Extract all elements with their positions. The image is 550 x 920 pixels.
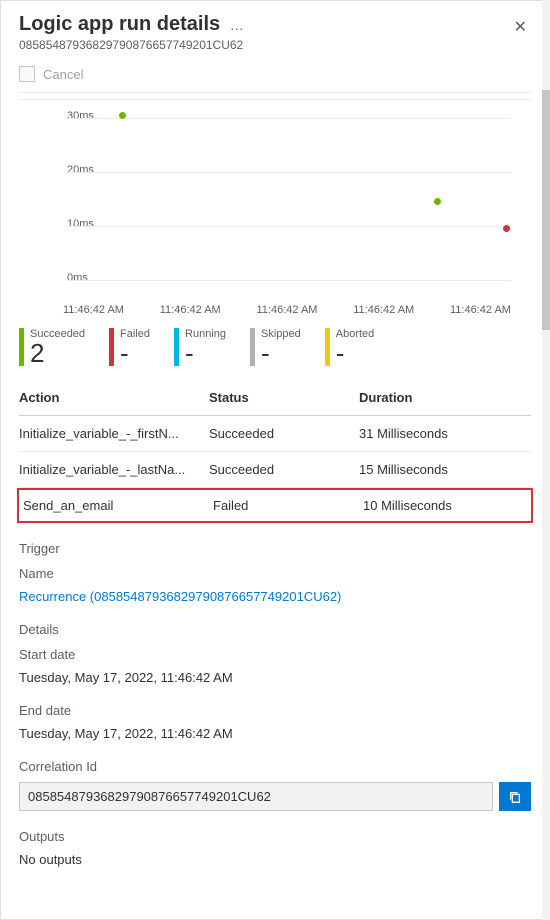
status-summary: Succeeded 2 Failed - Running - Skipped -… — [19, 328, 531, 366]
col-status: Status — [209, 390, 359, 405]
col-duration: Duration — [359, 390, 531, 405]
x-tick: 11:46:42 AM — [160, 304, 221, 316]
trigger-link[interactable]: Recurrence (0858548793682979087665774920… — [19, 589, 531, 604]
cell-duration: 31 Milliseconds — [359, 426, 531, 441]
stat-card[interactable]: Running - — [174, 328, 226, 366]
cell-status: Succeeded — [209, 462, 359, 477]
correlation-id-field[interactable]: 08585487936829790876657749201CU62 — [19, 782, 493, 811]
stat-value: - — [261, 340, 301, 366]
details-section: Details — [19, 622, 531, 637]
stat-card[interactable]: Succeeded 2 — [19, 328, 85, 366]
trigger-section: Trigger — [19, 541, 531, 556]
stat-value: 2 — [30, 340, 85, 366]
chart-point-succeeded — [119, 112, 126, 119]
trigger-name-label: Name — [19, 566, 531, 581]
correlation-id-label: Correlation Id — [19, 759, 531, 774]
stat-card[interactable]: Failed - — [109, 328, 150, 366]
gridline — [67, 118, 511, 119]
run-details-panel: Logic app run details … 0858548793682979… — [0, 0, 550, 920]
header-row: Logic app run details … 0858548793682979… — [19, 13, 531, 66]
cell-action: Initialize_variable_-_firstN... — [19, 426, 209, 441]
end-date-value: Tuesday, May 17, 2022, 11:46:42 AM — [19, 726, 531, 741]
scrollbar[interactable] — [542, 0, 550, 920]
copy-icon — [508, 790, 522, 804]
gridline — [67, 172, 511, 173]
outputs-section: Outputs — [19, 829, 531, 844]
stat-color-bar — [250, 328, 255, 366]
stat-value: - — [336, 340, 375, 366]
start-date-value: Tuesday, May 17, 2022, 11:46:42 AM — [19, 670, 531, 685]
stat-value: - — [120, 340, 150, 366]
cell-action: Initialize_variable_-_lastNa... — [19, 462, 209, 477]
x-axis: 11:46:42 AM 11:46:42 AM 11:46:42 AM 11:4… — [19, 304, 531, 316]
scrollbar-thumb[interactable] — [542, 90, 550, 330]
cell-duration: 15 Milliseconds — [359, 462, 531, 477]
stat-card[interactable]: Aborted - — [325, 328, 375, 366]
cell-status: Failed — [213, 498, 363, 513]
stat-value: - — [185, 340, 226, 366]
actions-table-body: Initialize_variable_-_firstN... Succeede… — [19, 416, 531, 523]
outputs-value: No outputs — [19, 852, 531, 867]
divider — [19, 99, 531, 100]
chart-point-failed — [503, 225, 510, 232]
y-tick: 20ms — [67, 164, 94, 176]
cancel-label: Cancel — [43, 67, 83, 82]
page-title: Logic app run details — [19, 13, 220, 35]
end-date-label: End date — [19, 703, 531, 718]
table-row[interactable]: Initialize_variable_-_firstN... Succeede… — [19, 416, 531, 452]
actions-table-header: Action Status Duration — [19, 380, 531, 416]
cancel-icon — [19, 66, 35, 82]
y-tick: 10ms — [67, 218, 94, 230]
gridline — [67, 280, 511, 281]
cell-duration: 10 Milliseconds — [363, 498, 527, 513]
cancel-button[interactable]: Cancel — [19, 66, 531, 93]
close-button[interactable]: ✕ — [510, 13, 531, 41]
stat-color-bar — [174, 328, 179, 366]
table-row[interactable]: Initialize_variable_-_lastNa... Succeede… — [19, 452, 531, 488]
stat-color-bar — [19, 328, 24, 366]
stat-color-bar — [325, 328, 330, 366]
cell-status: Succeeded — [209, 426, 359, 441]
duration-chart: 30ms 20ms 10ms 0ms — [19, 110, 531, 300]
start-date-label: Start date — [19, 647, 531, 662]
y-tick: 30ms — [67, 110, 94, 122]
more-icon[interactable]: … — [224, 17, 245, 33]
stat-card[interactable]: Skipped - — [250, 328, 301, 366]
y-tick: 0ms — [67, 272, 88, 284]
x-tick: 11:46:42 AM — [450, 304, 511, 316]
stat-color-bar — [109, 328, 114, 366]
col-action: Action — [19, 390, 209, 405]
table-row[interactable]: Send_an_email Failed 10 Milliseconds — [17, 488, 533, 523]
x-tick: 11:46:42 AM — [257, 304, 318, 316]
chart-point-succeeded — [434, 198, 441, 205]
x-tick: 11:46:42 AM — [353, 304, 414, 316]
copy-button[interactable] — [499, 782, 531, 811]
gridline — [67, 226, 511, 227]
x-tick: 11:46:42 AM — [63, 304, 124, 316]
cell-action: Send_an_email — [23, 498, 213, 513]
run-id: 08585487936829790876657749201CU62 — [19, 38, 245, 52]
